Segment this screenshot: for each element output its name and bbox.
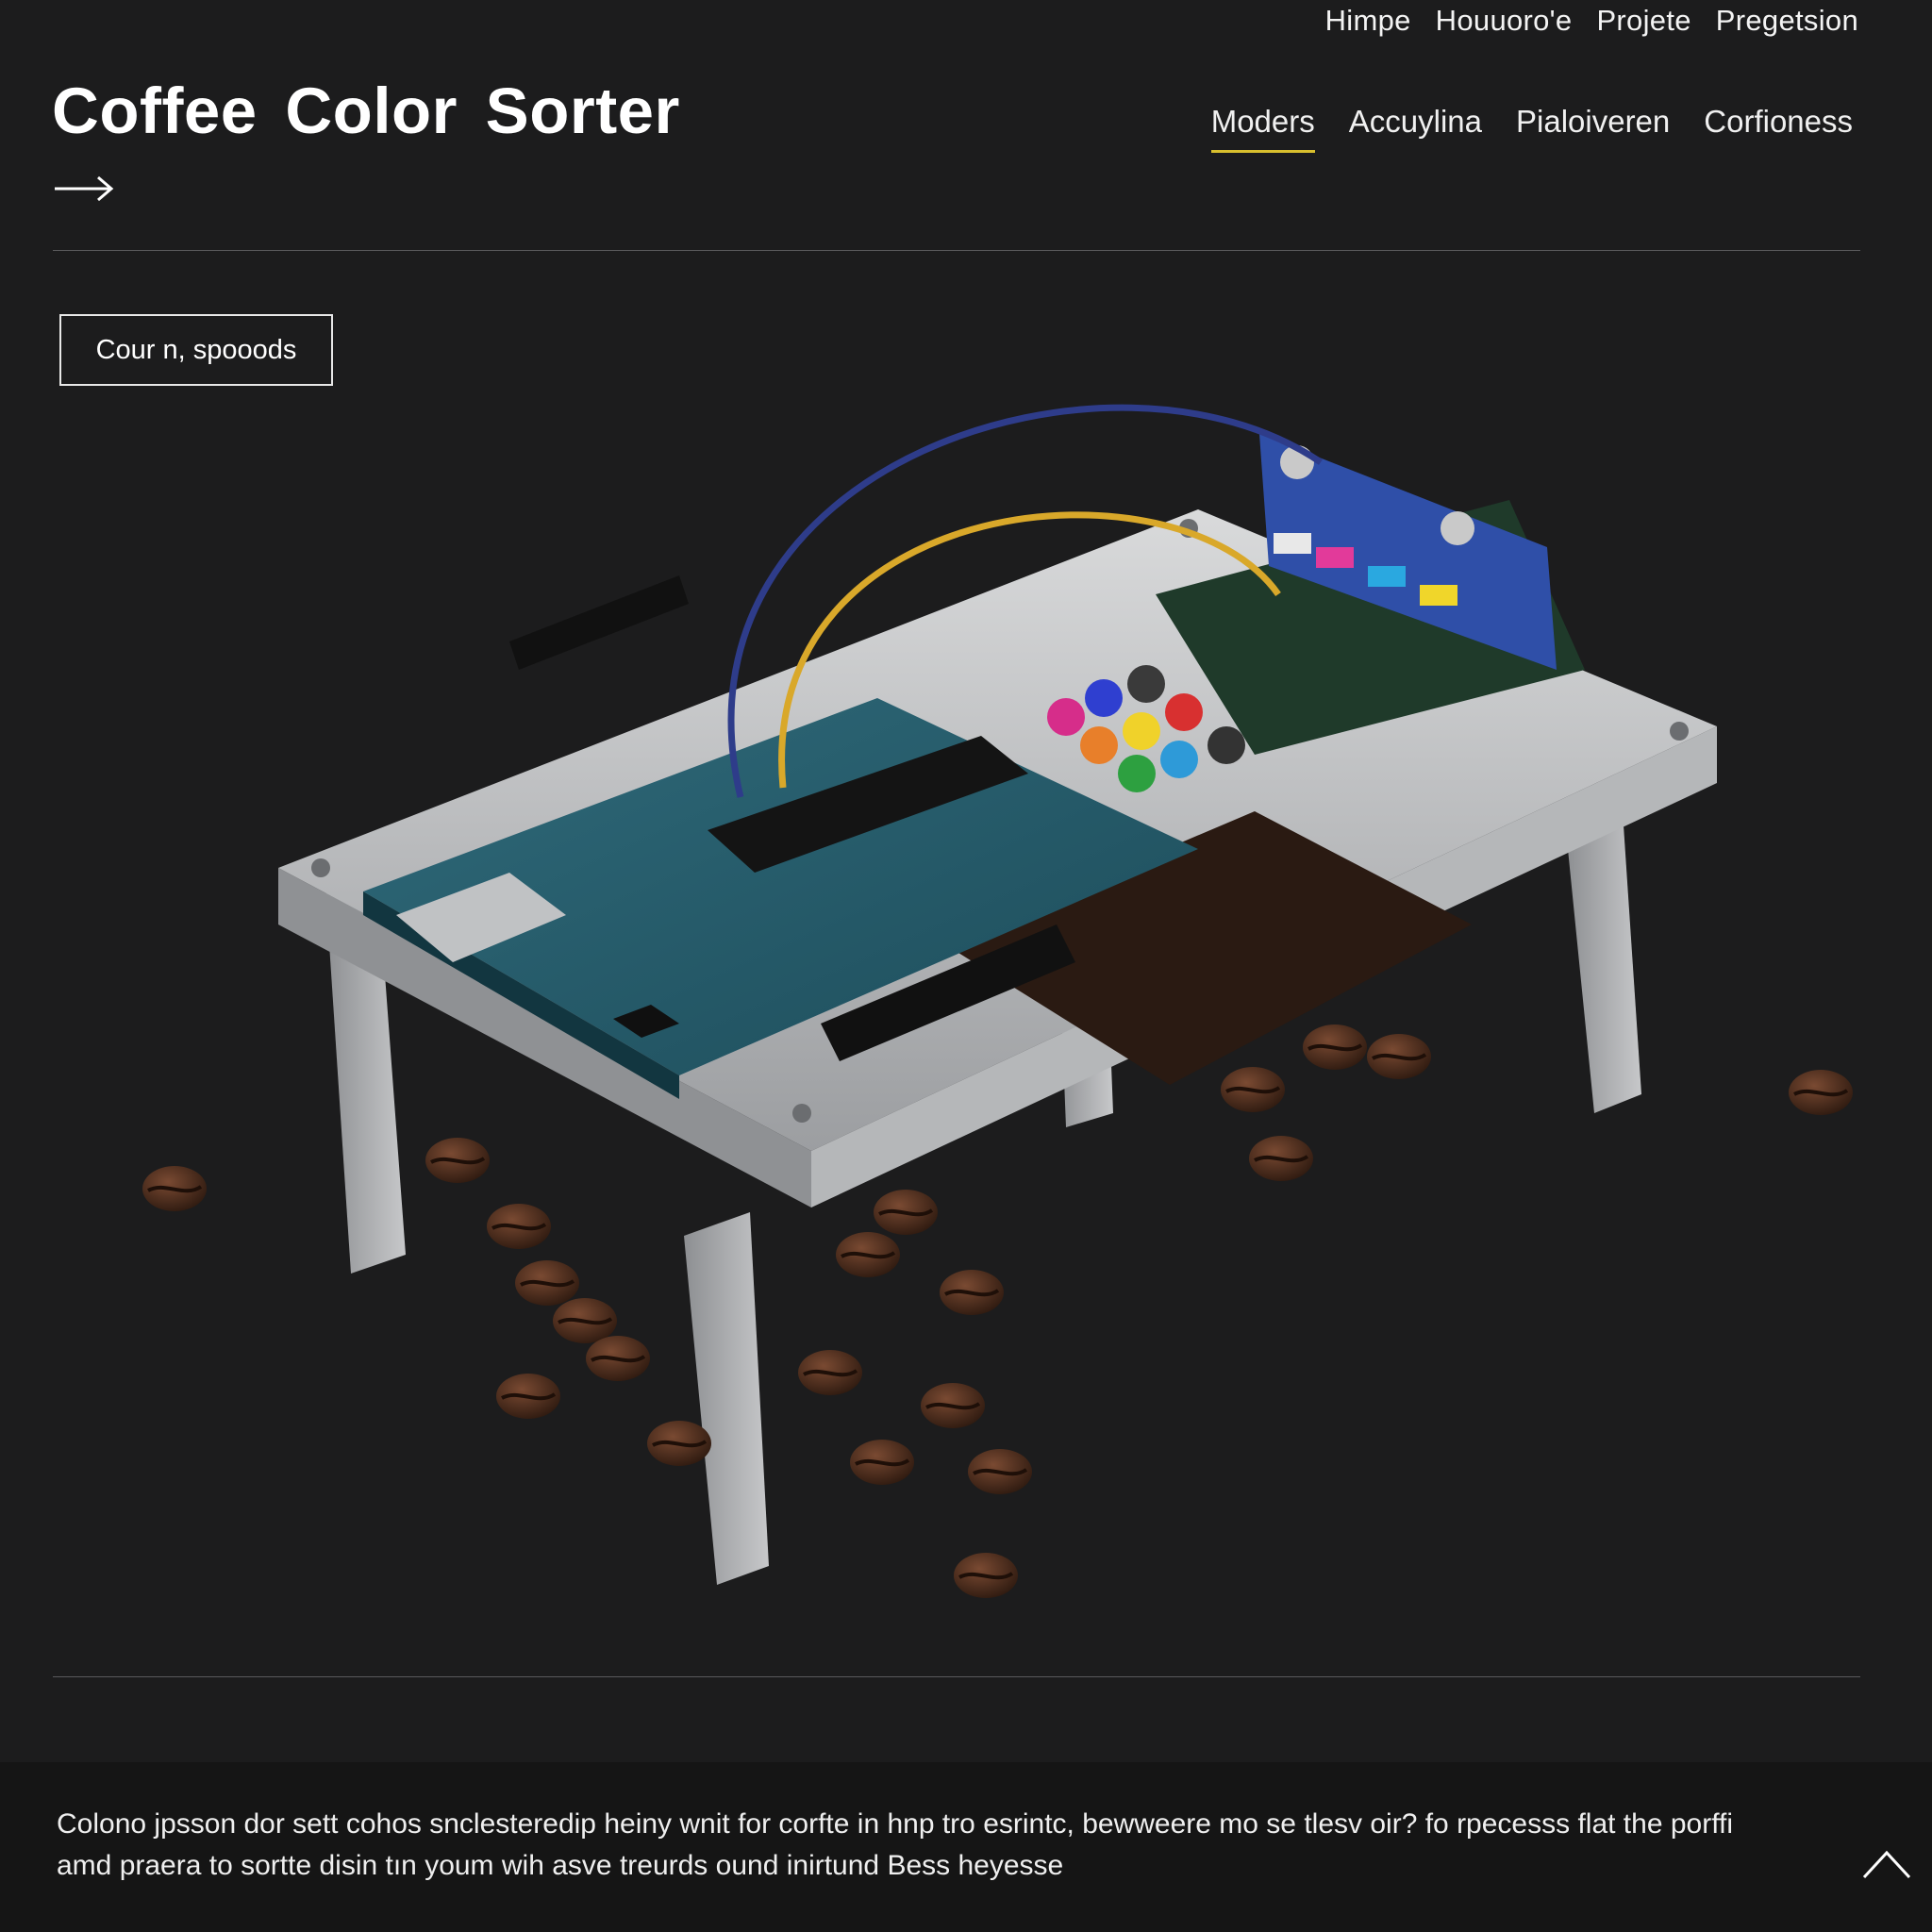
- top-nav-projects[interactable]: Projete: [1596, 4, 1690, 38]
- header-divider: [53, 250, 1860, 251]
- tab-accuylina[interactable]: Accuylina: [1349, 104, 1482, 153]
- footer-description: Colono jpsson dor sett cohos snclestered…: [57, 1808, 1733, 1881]
- tab-corfioness[interactable]: Corfioness: [1704, 104, 1853, 153]
- top-nav-home[interactable]: Himpe: [1325, 4, 1411, 38]
- cta-button[interactable]: Cour n, spooods: [59, 314, 333, 386]
- chevron-up-icon[interactable]: [1860, 1840, 1913, 1885]
- page-title: Coffee Color Sorter: [52, 75, 680, 147]
- tab-pialoiveren[interactable]: Pialoiveren: [1516, 104, 1670, 153]
- top-nav: Himpe Houuoro'e Projete Pregetsion: [1325, 4, 1858, 38]
- top-nav-about[interactable]: Houuoro'e: [1436, 4, 1573, 38]
- footer-divider: [53, 1676, 1860, 1677]
- top-nav-presentation[interactable]: Pregetsion: [1716, 4, 1858, 38]
- arrow-right-icon[interactable]: [53, 170, 119, 208]
- hero-product-image: [141, 404, 1855, 1600]
- tab-moders[interactable]: Moders: [1210, 104, 1315, 153]
- main-nav: Moders Accuylina Pialoiveren Corfioness: [1210, 104, 1853, 153]
